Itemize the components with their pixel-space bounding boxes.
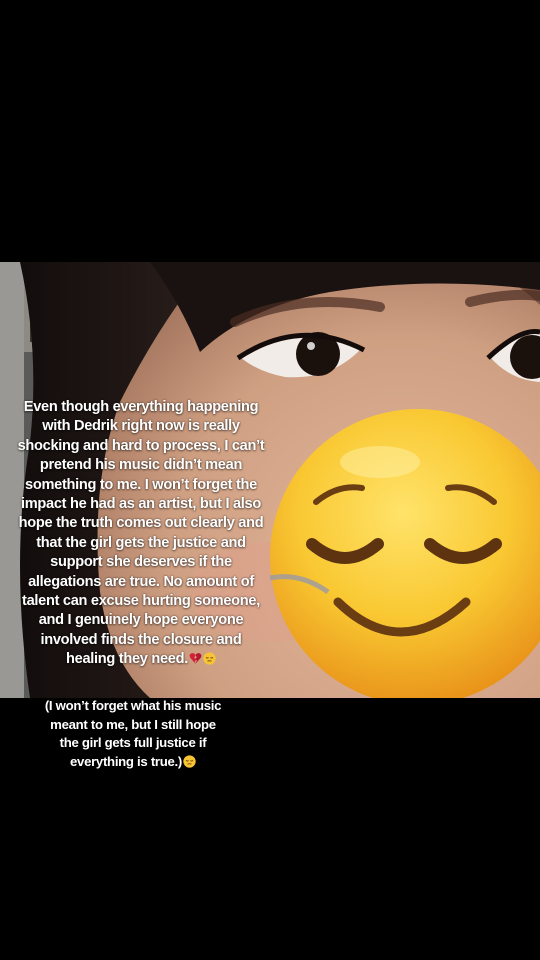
caption-sub: (I won’t forget what his music meant to …	[40, 697, 226, 771]
caption-main: Even though everything happening with De…	[16, 398, 266, 670]
pensive-face-emoji	[183, 755, 196, 768]
story-screen: Even though everything happening with De…	[0, 0, 540, 960]
broken-heart-emoji	[189, 653, 202, 664]
pensive-face-emoji	[203, 652, 216, 665]
caption-main-text: Even though everything happening with De…	[17, 399, 265, 668]
